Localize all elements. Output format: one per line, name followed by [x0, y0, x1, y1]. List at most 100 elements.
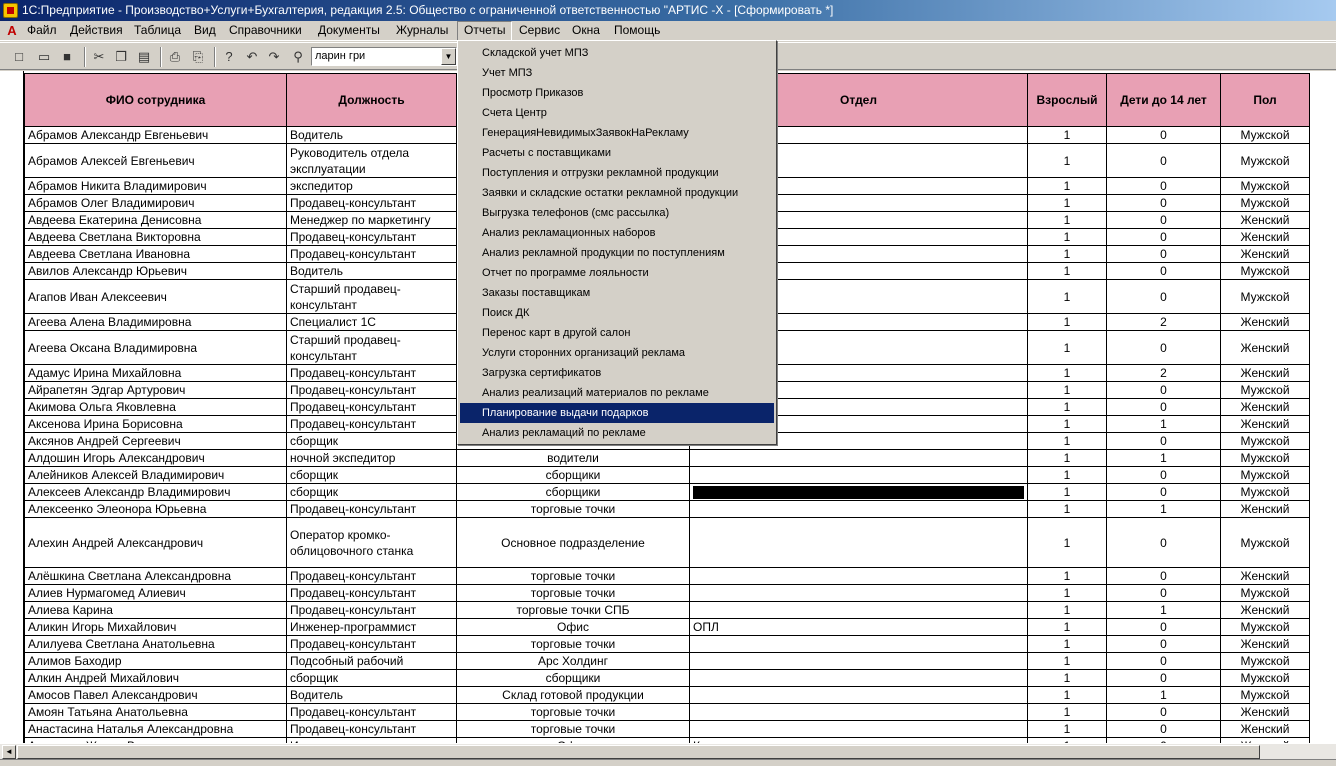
cell-name[interactable]: Агапов Иван Алексеевич — [24, 279, 287, 314]
cell-group[interactable]: водители — [456, 449, 690, 467]
redo-icon[interactable]: ↷ — [265, 48, 283, 66]
cell-name[interactable]: Алексеев Александр Владимирович — [24, 483, 287, 501]
cell-name[interactable]: Абрамов Никита Владимирович — [24, 177, 287, 195]
cell-children[interactable]: 0 — [1106, 279, 1221, 314]
cell-children[interactable]: 0 — [1106, 517, 1221, 568]
cell-adult[interactable]: 1 — [1027, 398, 1107, 416]
menu-service[interactable]: Сервис — [513, 21, 566, 41]
cell-children[interactable]: 0 — [1106, 398, 1221, 416]
cell-gender[interactable]: Мужской — [1220, 381, 1310, 399]
cell-children[interactable]: 0 — [1106, 245, 1221, 263]
cell-position[interactable]: Продавец-консультант — [286, 245, 457, 263]
cell-position[interactable]: Водитель — [286, 686, 457, 704]
cell-children[interactable]: 0 — [1106, 330, 1221, 365]
cell-position[interactable]: сборщик — [286, 669, 457, 687]
reports-menu-item[interactable]: Складской учет МПЗ — [460, 43, 774, 63]
cell-name[interactable]: Алкин Андрей Михайлович — [24, 669, 287, 687]
column-header-name[interactable]: ФИО сотрудника — [24, 73, 287, 127]
table-row[interactable]: Алёшкина Светлана Александровна Продавец-… — [24, 567, 1310, 585]
cell-name[interactable]: Алёшкина Светлана Александровна — [24, 567, 287, 585]
cell-children[interactable]: 0 — [1106, 381, 1221, 399]
cell-name[interactable]: Алимов Баходир — [24, 652, 287, 670]
reports-menu-item[interactable]: Анализ рекламной продукции по поступлени… — [460, 243, 774, 263]
reports-menu-item[interactable]: Поступления и отгрузки рекламной продукц… — [460, 163, 774, 183]
reports-menu-item[interactable]: Отчет по программе лояльности — [460, 263, 774, 283]
table-row[interactable]: Алексеенко Элеонора Юрьевна Продавец-конс… — [24, 500, 1310, 518]
cell-name[interactable]: Алдошин Игорь Александрович — [24, 449, 287, 467]
cell-adult[interactable]: 1 — [1027, 449, 1107, 467]
cell-gender[interactable]: Мужской — [1220, 449, 1310, 467]
cell-gender[interactable]: Женский — [1220, 635, 1310, 653]
cell-name[interactable]: Агеева Оксана Владимировна — [24, 330, 287, 365]
cell-department[interactable] — [689, 517, 1028, 568]
cell-children[interactable]: 0 — [1106, 211, 1221, 229]
menu-file[interactable]: Файл — [21, 21, 63, 41]
cell-name[interactable]: Алейников Алексей Владимирович — [24, 466, 287, 484]
cell-children[interactable]: 1 — [1106, 500, 1221, 518]
cell-gender[interactable]: Мужской — [1220, 432, 1310, 450]
cell-group[interactable]: Арс Холдинг — [456, 652, 690, 670]
cell-name[interactable]: Абрамов Александр Евгеньевич — [24, 126, 287, 144]
cell-gender[interactable]: Женский — [1220, 601, 1310, 619]
cell-gender[interactable]: Мужской — [1220, 483, 1310, 501]
cell-gender[interactable]: Мужской — [1220, 618, 1310, 636]
cell-adult[interactable]: 1 — [1027, 143, 1107, 178]
cell-group[interactable]: торговые точки — [456, 584, 690, 602]
reports-menu-item[interactable]: Заявки и складские остатки рекламной про… — [460, 183, 774, 203]
cell-adult[interactable]: 1 — [1027, 584, 1107, 602]
cell-gender[interactable]: Женский — [1220, 567, 1310, 585]
table-row[interactable]: Алимов Баходир Подсобный рабочий Арс Холди… — [24, 652, 1310, 670]
cell-adult[interactable]: 1 — [1027, 517, 1107, 568]
cell-group[interactable]: сборщики — [456, 466, 690, 484]
paste-icon[interactable]: ▤ — [135, 48, 153, 66]
table-row[interactable]: Амоян Татьяна Анатольевна Продавец-консул… — [24, 703, 1310, 721]
cell-gender[interactable]: Мужской — [1220, 652, 1310, 670]
horizontal-scrollbar[interactable]: ◄ — [0, 743, 1336, 759]
menu-view[interactable]: Вид — [188, 21, 222, 41]
cell-gender[interactable]: Женский — [1220, 398, 1310, 416]
cell-adult[interactable]: 1 — [1027, 635, 1107, 653]
cell-position[interactable]: экспедитор — [286, 177, 457, 195]
cell-children[interactable]: 1 — [1106, 415, 1221, 433]
reports-menu-item[interactable]: Выгрузка телефонов (смс рассылка) — [460, 203, 774, 223]
column-header-children[interactable]: Дети до 14 лет — [1106, 73, 1221, 127]
cell-name[interactable]: Аликин Игорь Михайлович — [24, 618, 287, 636]
cell-position[interactable]: Старший продавец-консультант — [286, 279, 457, 314]
cell-name[interactable]: Амосов Павел Александрович — [24, 686, 287, 704]
cell-name[interactable]: Айрапетян Эдгар Артурович — [24, 381, 287, 399]
cell-group[interactable]: торговые точки — [456, 567, 690, 585]
cell-children[interactable]: 1 — [1106, 686, 1221, 704]
cell-department[interactable] — [689, 601, 1028, 619]
menu-table[interactable]: Таблица — [128, 21, 187, 41]
reports-menu-item[interactable]: Анализ реализаций материалов по рекламе — [460, 383, 774, 403]
cell-position[interactable]: Водитель — [286, 126, 457, 144]
menu-windows[interactable]: Окна — [566, 21, 606, 41]
table-row[interactable]: Амосов Павел Александрович Водитель Склад … — [24, 686, 1310, 704]
cell-gender[interactable]: Женский — [1220, 228, 1310, 246]
cell-department[interactable] — [689, 567, 1028, 585]
cell-name[interactable]: Амоян Татьяна Анатольевна — [24, 703, 287, 721]
cell-gender[interactable]: Мужской — [1220, 686, 1310, 704]
cell-adult[interactable]: 1 — [1027, 601, 1107, 619]
cell-position[interactable]: Руководитель отдела эксплуатации — [286, 143, 457, 178]
cell-gender[interactable]: Мужской — [1220, 279, 1310, 314]
cell-adult[interactable]: 1 — [1027, 228, 1107, 246]
table-row[interactable]: Анастасина Наталья Александровна Продавец… — [24, 720, 1310, 738]
cell-department[interactable] — [689, 449, 1028, 467]
table-row[interactable]: Аликин Игорь Михайлович Инженер-программи… — [24, 618, 1310, 636]
cell-adult[interactable]: 1 — [1027, 177, 1107, 195]
reports-menu-item[interactable]: ГенерацияНевидимыхЗаявокНаРекламу — [460, 123, 774, 143]
cell-adult[interactable]: 1 — [1027, 669, 1107, 687]
cell-adult[interactable]: 1 — [1027, 483, 1107, 501]
chevron-down-icon[interactable]: ▼ — [441, 48, 456, 65]
cell-department[interactable] — [689, 686, 1028, 704]
cell-position[interactable]: Старший продавец-консультант — [286, 330, 457, 365]
table-row[interactable]: Алиев Нурмагомед Алиевич Продавец-консуль… — [24, 584, 1310, 602]
cell-name[interactable]: Абрамов Олег Владимирович — [24, 194, 287, 212]
cell-children[interactable]: 0 — [1106, 194, 1221, 212]
cell-name[interactable]: Аксенова Ирина Борисовна — [24, 415, 287, 433]
table-row[interactable]: Алексеев Александр Владимирович сборщик сб… — [24, 483, 1310, 501]
search-combobox[interactable]: ларин гри ▼ — [311, 47, 457, 66]
cell-name[interactable]: Алилуева Светлана Анатольевна — [24, 635, 287, 653]
cell-position[interactable]: Продавец-консультант — [286, 381, 457, 399]
